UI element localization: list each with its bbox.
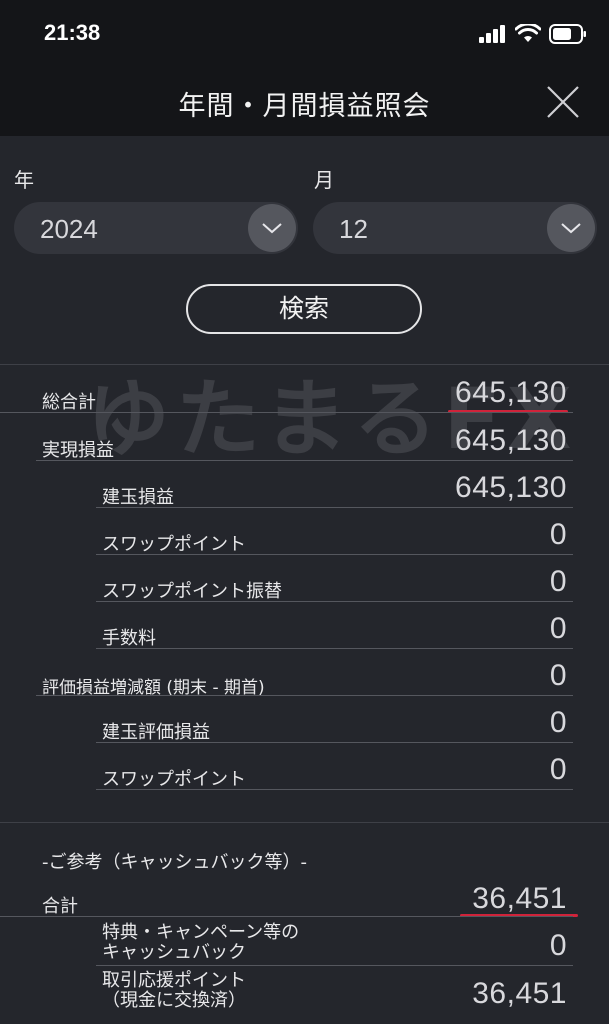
row-value: 645,130 [455,424,567,457]
signal-icon [479,25,505,43]
row-label: 特典・キャンペーン等の キャッシュバック [102,923,299,963]
chevron-down-icon[interactable] [248,204,296,252]
row-label: スワップポイント [102,534,246,555]
row-line [96,789,573,790]
row-label: 手数料 [102,628,156,649]
row-label-line1: 特典・キャンペーン等の [102,922,300,943]
row-line [96,742,573,743]
row-line [96,507,573,508]
row-value: 0 [549,612,567,645]
row-line [96,648,573,649]
year-label: 年 [14,168,34,192]
row-line [0,412,573,413]
page-title: 年間・月間損益照会 [178,91,431,122]
row-label: 建玉評価損益 [102,722,210,743]
search-button[interactable]: 検索 [186,284,422,334]
row-value: 0 [549,929,567,962]
row-label-line2: キャッシュバック [102,942,246,963]
row-line [96,601,573,602]
row-value: 0 [549,706,567,739]
row-value: 0 [549,753,567,786]
reference-title: -ご参考（キャッシュバック等）- [42,852,307,873]
status-icons [479,24,587,44]
month-select[interactable]: 12 [313,202,597,254]
row-value: 645,130 [455,471,567,504]
row-value: 36,451 [472,882,567,915]
row-label: 取引応援ポイント （現金に交換済） [102,971,246,1011]
divider [0,822,609,823]
status-time: 21:38 [44,20,101,45]
chevron-down-icon[interactable] [547,204,595,252]
year-value: 2024 [40,214,98,244]
row-line [0,916,573,917]
row-label-line1: 取引応援ポイント [102,970,246,991]
row-label: 実現損益 [42,440,114,461]
row-value: 36,451 [472,977,567,1010]
row-line [96,965,573,966]
row-label: 総合計 [42,392,96,413]
row-value: 0 [549,565,567,598]
row-line [96,554,573,555]
app-header: 年間・月間損益照会 [0,72,609,136]
battery-icon [549,24,586,44]
row-line [36,460,573,461]
close-icon[interactable] [545,84,581,120]
wifi-icon [515,24,541,42]
row-value: 0 [549,518,567,551]
month-value: 12 [339,214,368,244]
row-label-line2: （現金に交換済） [102,990,246,1011]
row-label: 建玉損益 [102,487,174,508]
row-line [36,695,573,696]
row-label: 合計 [42,896,78,917]
row-value: 645,130 [455,376,567,409]
month-label: 月 [314,168,334,192]
row-label: スワップポイント振替 [102,581,282,602]
year-select[interactable]: 2024 [14,202,298,254]
status-bar: 21:38 [0,0,609,72]
row-label: スワップポイント [102,769,246,790]
row-value: 0 [549,659,567,692]
